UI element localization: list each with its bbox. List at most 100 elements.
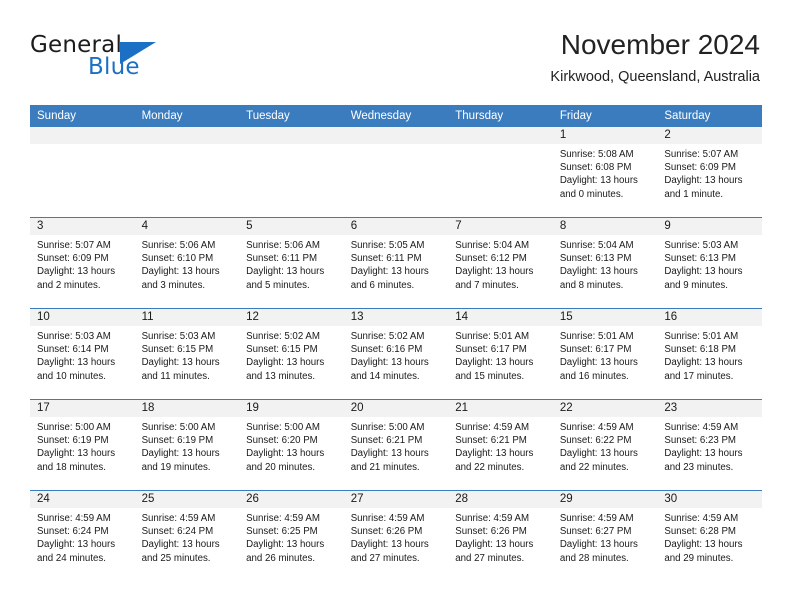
calendar-day-cell[interactable]: 12 Sunrise: 5:02 AM Sunset: 6:15 PM Dayligh…	[239, 308, 344, 400]
sunrise-time: Sunrise: 5:03 AM	[37, 331, 111, 342]
sunset-time: Sunset: 6:23 PM	[664, 435, 736, 447]
calendar-day-cell[interactable]: 10 Sunrise: 5:03 AM Sunset: 6:14 PM Dayligh…	[30, 308, 135, 400]
calendar-day-cell[interactable]: 30 Sunrise: 4:59 AM Sunset: 6:28 PM Dayligh…	[657, 490, 762, 581]
day-details: Sunrise: 5:04 AM Sunset: 6:13 PM Daylight:…	[553, 235, 658, 292]
sunrise-time: Sunrise: 4:59 AM	[559, 513, 634, 524]
daylight-duration-line2: and 18 minutes.	[37, 461, 106, 473]
sunrise-time: Sunrise: 5:07 AM	[664, 149, 739, 160]
calendar-week-row: 3 Sunrise: 5:07 AM Sunset: 6:09 PM Daylight…	[30, 217, 762, 309]
sunset-time: Sunset: 6:08 PM	[559, 162, 632, 174]
weekday-header-saturday: Saturday	[657, 105, 762, 127]
sunset-time: Sunset: 6:11 PM	[246, 253, 318, 265]
daylight-duration-line2: and 3 minutes.	[141, 279, 206, 291]
sunset-time: Sunset: 6:26 PM	[455, 526, 527, 538]
daylight-duration-line1: Daylight: 13 hours	[559, 539, 638, 551]
daylight-duration-line1: Daylight: 13 hours	[664, 539, 743, 551]
day-details: Sunrise: 4:59 AM Sunset: 6:21 PM Daylight:…	[448, 417, 553, 474]
calendar-day-cell[interactable]: 16 Sunrise: 5:01 AM Sunset: 6:18 PM Dayligh…	[657, 308, 762, 400]
day-details: Sunrise: 5:00 AM Sunset: 6:20 PM Daylight:…	[239, 417, 344, 474]
day-details: Sunrise: 5:00 AM Sunset: 6:19 PM Daylight:…	[135, 417, 240, 474]
calendar-day-cell[interactable]: 20 Sunrise: 5:00 AM Sunset: 6:21 PM Dayligh…	[343, 399, 449, 491]
sunset-time: Sunset: 6:12 PM	[455, 253, 527, 265]
sunset-time: Sunset: 6:22 PM	[559, 435, 632, 447]
day-details: Sunrise: 4:59 AM Sunset: 6:24 PM Daylight:…	[135, 508, 240, 565]
daylight-duration-line2: and 13 minutes.	[246, 370, 316, 382]
daylight-duration-line1: Daylight: 13 hours	[37, 357, 116, 369]
calendar-day-cell[interactable]: 14 Sunrise: 5:01 AM Sunset: 6:17 PM Dayligh…	[448, 308, 553, 400]
calendar-day-cell[interactable]: 13 Sunrise: 5:02 AM Sunset: 6:16 PM Dayligh…	[343, 308, 449, 400]
calendar-day-cell[interactable]: 26 Sunrise: 4:59 AM Sunset: 6:25 PM Dayligh…	[239, 490, 344, 581]
calendar-day-cell[interactable]: 1 Sunrise: 5:08 AM Sunset: 6:08 PM Daylight…	[552, 127, 658, 218]
sunset-time: Sunset: 6:09 PM	[664, 162, 736, 174]
day-number: 15	[552, 309, 658, 326]
sunrise-time: Sunrise: 5:01 AM	[664, 331, 739, 342]
calendar-day-cell[interactable]: 4 Sunrise: 5:06 AM Sunset: 6:10 PM Daylight…	[134, 217, 240, 309]
daylight-duration-line1: Daylight: 13 hours	[246, 448, 325, 460]
daylight-duration-line2: and 0 minutes.	[559, 188, 624, 200]
calendar-page: General Blue November 2024 Kirkwood, Que…	[0, 0, 792, 612]
daylight-duration-line1: Daylight: 13 hours	[455, 448, 534, 460]
calendar-day-cell[interactable]: 25 Sunrise: 4:59 AM Sunset: 6:24 PM Dayligh…	[134, 490, 240, 581]
calendar-day-cell[interactable]: 6 Sunrise: 5:05 AM Sunset: 6:11 PM Daylight…	[343, 217, 449, 309]
day-details: Sunrise: 5:06 AM Sunset: 6:11 PM Daylight:…	[239, 235, 344, 292]
daylight-duration-line1: Daylight: 13 hours	[664, 175, 743, 187]
sunrise-time: Sunrise: 5:00 AM	[141, 422, 216, 433]
generalblue-logo[interactable]: General Blue	[30, 32, 210, 88]
day-number	[343, 127, 449, 144]
calendar-day-cell[interactable]: 24 Sunrise: 4:59 AM Sunset: 6:24 PM Dayligh…	[30, 490, 135, 581]
day-number: 20	[343, 400, 449, 417]
calendar-week-row: 24 Sunrise: 4:59 AM Sunset: 6:24 PM Dayligh…	[30, 490, 762, 581]
day-number: 8	[552, 218, 658, 235]
calendar-day-cell[interactable]: 3 Sunrise: 5:07 AM Sunset: 6:09 PM Daylight…	[30, 217, 135, 309]
sunrise-time: Sunrise: 5:02 AM	[350, 331, 425, 342]
daylight-duration-line1: Daylight: 13 hours	[559, 266, 638, 278]
calendar-day-cell[interactable]: 19 Sunrise: 5:00 AM Sunset: 6:20 PM Dayligh…	[239, 399, 344, 491]
daylight-duration-line1: Daylight: 13 hours	[350, 539, 429, 551]
calendar-day-cell[interactable]: 27 Sunrise: 4:59 AM Sunset: 6:26 PM Dayligh…	[343, 490, 449, 581]
daylight-duration-line1: Daylight: 13 hours	[141, 448, 220, 460]
calendar-day-cell[interactable]: 22 Sunrise: 4:59 AM Sunset: 6:22 PM Dayligh…	[552, 399, 658, 491]
day-details: Sunrise: 4:59 AM Sunset: 6:26 PM Daylight:…	[448, 508, 553, 565]
daylight-duration-line2: and 22 minutes.	[455, 461, 525, 473]
calendar-day-cell[interactable]: 23 Sunrise: 4:59 AM Sunset: 6:23 PM Dayligh…	[657, 399, 762, 491]
daylight-duration-line2: and 25 minutes.	[141, 552, 211, 564]
sunrise-time: Sunrise: 4:59 AM	[455, 422, 530, 433]
sunset-time: Sunset: 6:20 PM	[246, 435, 318, 447]
sunrise-time: Sunrise: 5:00 AM	[37, 422, 111, 433]
daylight-duration-line2: and 10 minutes.	[37, 370, 106, 382]
daylight-duration-line2: and 24 minutes.	[37, 552, 106, 564]
calendar-day-cell[interactable]: 21 Sunrise: 4:59 AM Sunset: 6:21 PM Dayligh…	[448, 399, 553, 491]
calendar-day-cell[interactable]: 8 Sunrise: 5:04 AM Sunset: 6:13 PM Daylight…	[552, 217, 658, 309]
day-number: 23	[657, 400, 762, 417]
calendar-day-cell[interactable]: 2 Sunrise: 5:07 AM Sunset: 6:09 PM Daylight…	[657, 127, 762, 218]
day-number: 24	[30, 491, 135, 508]
day-details: Sunrise: 5:03 AM Sunset: 6:15 PM Daylight:…	[135, 326, 240, 383]
calendar-day-cell[interactable]: 17 Sunrise: 5:00 AM Sunset: 6:19 PM Dayligh…	[30, 399, 135, 491]
sunset-time: Sunset: 6:19 PM	[37, 435, 109, 447]
calendar-day-cell[interactable]: 11 Sunrise: 5:03 AM Sunset: 6:15 PM Dayligh…	[134, 308, 240, 400]
calendar-day-cell[interactable]: 15 Sunrise: 5:01 AM Sunset: 6:17 PM Dayligh…	[552, 308, 658, 400]
day-number: 3	[30, 218, 135, 235]
calendar-day-cell[interactable]: 7 Sunrise: 5:04 AM Sunset: 6:12 PM Daylight…	[448, 217, 553, 309]
calendar-day-cell[interactable]: 18 Sunrise: 5:00 AM Sunset: 6:19 PM Dayligh…	[134, 399, 240, 491]
calendar-day-cell[interactable]: 9 Sunrise: 5:03 AM Sunset: 6:13 PM Daylight…	[657, 217, 762, 309]
day-number: 11	[134, 309, 240, 326]
day-number	[134, 127, 240, 144]
daylight-duration-line1: Daylight: 13 hours	[37, 448, 116, 460]
daylight-duration-line2: and 11 minutes.	[141, 370, 210, 382]
sunrise-time: Sunrise: 4:59 AM	[350, 513, 425, 524]
daylight-duration-line1: Daylight: 13 hours	[559, 175, 638, 187]
day-number: 10	[30, 309, 135, 326]
day-details: Sunrise: 5:07 AM Sunset: 6:09 PM Daylight:…	[30, 235, 135, 292]
sunrise-time: Sunrise: 4:59 AM	[559, 422, 634, 433]
day-number: 21	[448, 400, 553, 417]
daylight-duration-line1: Daylight: 13 hours	[37, 266, 116, 278]
calendar-day-cell[interactable]: 28 Sunrise: 4:59 AM Sunset: 6:26 PM Dayligh…	[448, 490, 553, 581]
day-details: Sunrise: 5:08 AM Sunset: 6:08 PM Daylight:…	[553, 144, 658, 201]
calendar-day-cell[interactable]: 5 Sunrise: 5:06 AM Sunset: 6:11 PM Daylight…	[239, 217, 344, 309]
daylight-duration-line2: and 2 minutes.	[37, 279, 101, 291]
daylight-duration-line2: and 15 minutes.	[455, 370, 525, 382]
calendar-day-cell[interactable]: 29 Sunrise: 4:59 AM Sunset: 6:27 PM Dayligh…	[552, 490, 658, 581]
day-number: 30	[657, 491, 762, 508]
daylight-duration-line1: Daylight: 13 hours	[246, 357, 325, 369]
